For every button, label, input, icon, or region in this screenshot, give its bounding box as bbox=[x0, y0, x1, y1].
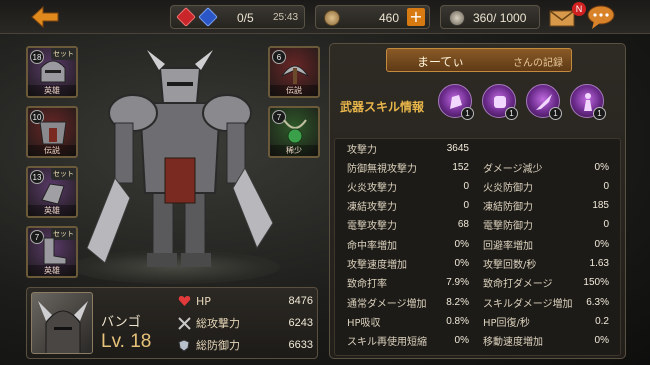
slot-grade: 稀少 bbox=[270, 145, 318, 156]
stat-row: 致命打率 7.9% 致命打ダメージ 150% bbox=[347, 277, 609, 291]
stats-table: 攻撃力 3645 防御無視攻撃力 152 ダメージ減少 0% 火炎攻撃力 0 火炎防御力 0 凍… bbox=[334, 138, 621, 356]
slot-grade: 英雄 bbox=[28, 265, 76, 276]
hp-stat: HP 8476 bbox=[177, 292, 313, 310]
equipment-slot-gloves[interactable]: 13 セット 英雄 bbox=[26, 166, 78, 218]
skill-hand-icon[interactable]: 1 bbox=[438, 84, 474, 120]
amulet-icon bbox=[283, 119, 307, 144]
blue-crystal-icon bbox=[198, 7, 218, 27]
stat-row: 攻撃速度増加 0% 攻撃回数/秒 1.63 bbox=[347, 258, 609, 271]
stat-row: 通常ダメージ増加 8.2% スキルダメージ増加 6.3% bbox=[347, 296, 609, 310]
crystal-count: 0/5 bbox=[237, 11, 254, 25]
stamina-amount: 360/ 1000 bbox=[473, 11, 527, 25]
defense-stat: 総防御力 6633 bbox=[177, 336, 313, 354]
player-info-panel: まーてぃ さんの記録 武器スキル情報 1 1 1 1 攻撃力 3645 防御無視… bbox=[329, 43, 626, 359]
red-crystal-icon bbox=[176, 7, 196, 27]
back-arrow-icon bbox=[31, 6, 59, 28]
player-name-suffix: さんの記録 bbox=[513, 58, 563, 69]
crystal-timer: 25:43 bbox=[273, 12, 299, 23]
crystal-counter: 0/5 25:43 bbox=[170, 5, 305, 29]
equipment-slot-accessory[interactable]: 7 稀少 bbox=[268, 106, 320, 158]
stamina-counter: 360/ 1000 bbox=[440, 5, 540, 29]
weapon-skill-title: 武器スキル情報 bbox=[340, 100, 425, 114]
add-coin-button[interactable]: + bbox=[407, 8, 425, 26]
crossed-swords-icon bbox=[177, 316, 191, 330]
slot-grade: 英雄 bbox=[28, 205, 76, 216]
back-button[interactable] bbox=[28, 4, 62, 30]
axe-icon bbox=[280, 65, 310, 84]
heart-icon bbox=[177, 294, 191, 308]
skill-slash-icon[interactable]: 1 bbox=[526, 84, 562, 120]
slot-grade: 英雄 bbox=[28, 85, 76, 96]
mail-button[interactable]: N bbox=[548, 2, 586, 28]
equipment-slot-weapon[interactable]: 6 伝説 bbox=[268, 46, 320, 98]
skill-figure-icon[interactable]: 1 bbox=[570, 84, 606, 120]
character-summary-panel: バンゴ Lv. 18 HP 8476 総攻撃力 6243 総防御力 6633 bbox=[26, 287, 318, 359]
coin-amount: 460 bbox=[378, 11, 399, 25]
stamina-icon bbox=[449, 10, 465, 26]
stat-row: 電撃攻撃力 68 電撃防御力 0 bbox=[347, 219, 609, 233]
equipment-slot-armor[interactable]: 10 伝説 bbox=[26, 106, 78, 158]
slot-grade: 伝説 bbox=[28, 145, 76, 156]
armor-icon bbox=[39, 121, 67, 145]
slot-grade: 伝説 bbox=[270, 85, 318, 96]
skill-fist-icon[interactable]: 1 bbox=[482, 84, 518, 120]
chat-button[interactable] bbox=[586, 4, 616, 30]
player-name: まーてぃ bbox=[417, 55, 465, 69]
equipment-slot-helmet[interactable]: 18 セット 英雄 bbox=[26, 46, 78, 98]
character-portrait bbox=[31, 292, 93, 354]
helmet-icon bbox=[40, 60, 66, 83]
attack-stat: 総攻撃力 6243 bbox=[177, 314, 313, 332]
mail-badge: N bbox=[572, 2, 586, 16]
coin-icon bbox=[324, 10, 340, 26]
player-name-banner: まーてぃ さんの記録 bbox=[386, 48, 572, 72]
stat-row: 火炎攻撃力 0 火炎防御力 0 bbox=[347, 180, 609, 194]
character-model bbox=[86, 50, 274, 267]
coin-counter: 460 + bbox=[315, 5, 430, 29]
stat-row: 攻撃力 3645 bbox=[347, 142, 469, 156]
equipment-slot-boots[interactable]: 7 セット 英雄 bbox=[26, 226, 78, 278]
shield-icon bbox=[177, 338, 191, 352]
top-bar: 0/5 25:43 460 + 360/ 1000 N bbox=[0, 0, 650, 34]
stat-row: 防御無視攻撃力 152 ダメージ減少 0% bbox=[347, 161, 609, 175]
stat-row: 凍結攻撃力 0 凍結防御力 185 bbox=[347, 200, 609, 214]
chat-bubble-icon bbox=[587, 5, 615, 29]
stat-row: スキル再使用短縮 0% 移動速度増加 0% bbox=[347, 335, 609, 349]
character-name: バンゴ bbox=[101, 315, 141, 330]
stat-row: 命中率増加 0% 回避率増加 0% bbox=[347, 238, 609, 252]
boots-icon bbox=[43, 237, 67, 265]
character-level: Lv. 18 bbox=[101, 331, 152, 352]
stat-row: HP吸収 0.8% HP回復/秒 0.2 bbox=[347, 315, 609, 329]
gauntlet-icon bbox=[41, 183, 65, 205]
